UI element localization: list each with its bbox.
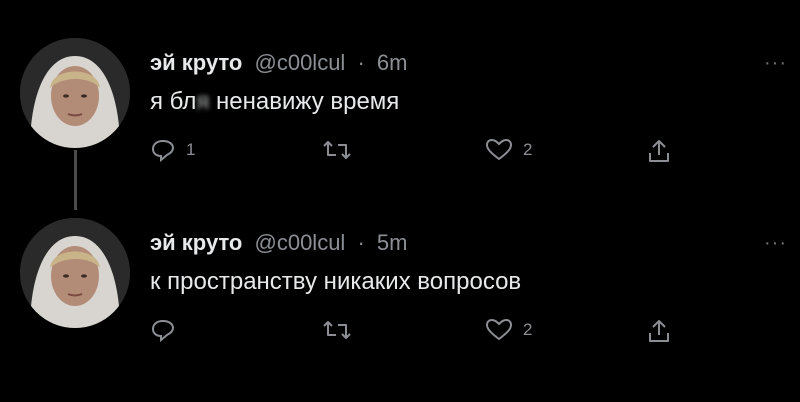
handle[interactable]: @c00lcul — [255, 50, 346, 75]
tweet-header: эй круто @c00lcul · 5m — [150, 230, 407, 256]
like-count: 2 — [523, 320, 533, 339]
separator: · — [357, 50, 365, 75]
tweet-thread: эй круто @c00lcul · 6m ··· я бля ненавиж… — [0, 0, 800, 402]
display-name[interactable]: эй круто — [150, 50, 242, 75]
share-icon — [647, 138, 671, 164]
like-button[interactable]: 2 — [485, 138, 532, 162]
like-count: 2 — [523, 140, 533, 159]
tweet-actions: 1 2 — [150, 138, 710, 174]
tweet-text: к пространству никаких вопросов — [150, 268, 522, 295]
retweet-button[interactable] — [322, 138, 362, 162]
reply-icon — [150, 318, 176, 342]
reply-button[interactable]: 1 — [150, 138, 195, 162]
retweet-icon — [322, 138, 352, 162]
heart-icon — [485, 318, 513, 342]
avatar[interactable] — [20, 218, 130, 328]
more-icon[interactable]: ··· — [764, 232, 787, 255]
tweet-text: я бля ненавижу время — [150, 88, 399, 116]
tweet[interactable]: эй круто @c00lcul · 5m ··· к пространств… — [0, 210, 800, 370]
heart-icon — [485, 138, 513, 162]
more-icon[interactable]: ··· — [764, 52, 787, 75]
avatar[interactable] — [20, 38, 130, 148]
tweet-text-end: ненавижу время — [209, 88, 400, 115]
separator: · — [357, 230, 365, 255]
handle[interactable]: @c00lcul — [255, 230, 346, 255]
retweet-button[interactable] — [322, 318, 362, 342]
reply-button[interactable] — [150, 318, 186, 342]
reply-icon — [150, 138, 176, 162]
share-button[interactable] — [647, 318, 671, 344]
display-name[interactable]: эй круто — [150, 230, 242, 255]
timestamp[interactable]: 5m — [377, 230, 408, 255]
thread-connector — [74, 150, 77, 210]
reply-count: 1 — [186, 140, 196, 159]
timestamp[interactable]: 6m — [377, 50, 408, 75]
tweet-header: эй круто @c00lcul · 6m — [150, 50, 407, 76]
tweet-actions: 2 — [150, 318, 710, 354]
share-button[interactable] — [647, 138, 671, 164]
retweet-icon — [322, 318, 352, 342]
tweet[interactable]: эй круто @c00lcul · 6m ··· я бля ненавиж… — [0, 30, 800, 190]
tweet-text-start: я бл — [150, 88, 197, 115]
censored-text: я — [196, 88, 210, 115]
like-button[interactable]: 2 — [485, 318, 532, 342]
share-icon — [647, 318, 671, 344]
